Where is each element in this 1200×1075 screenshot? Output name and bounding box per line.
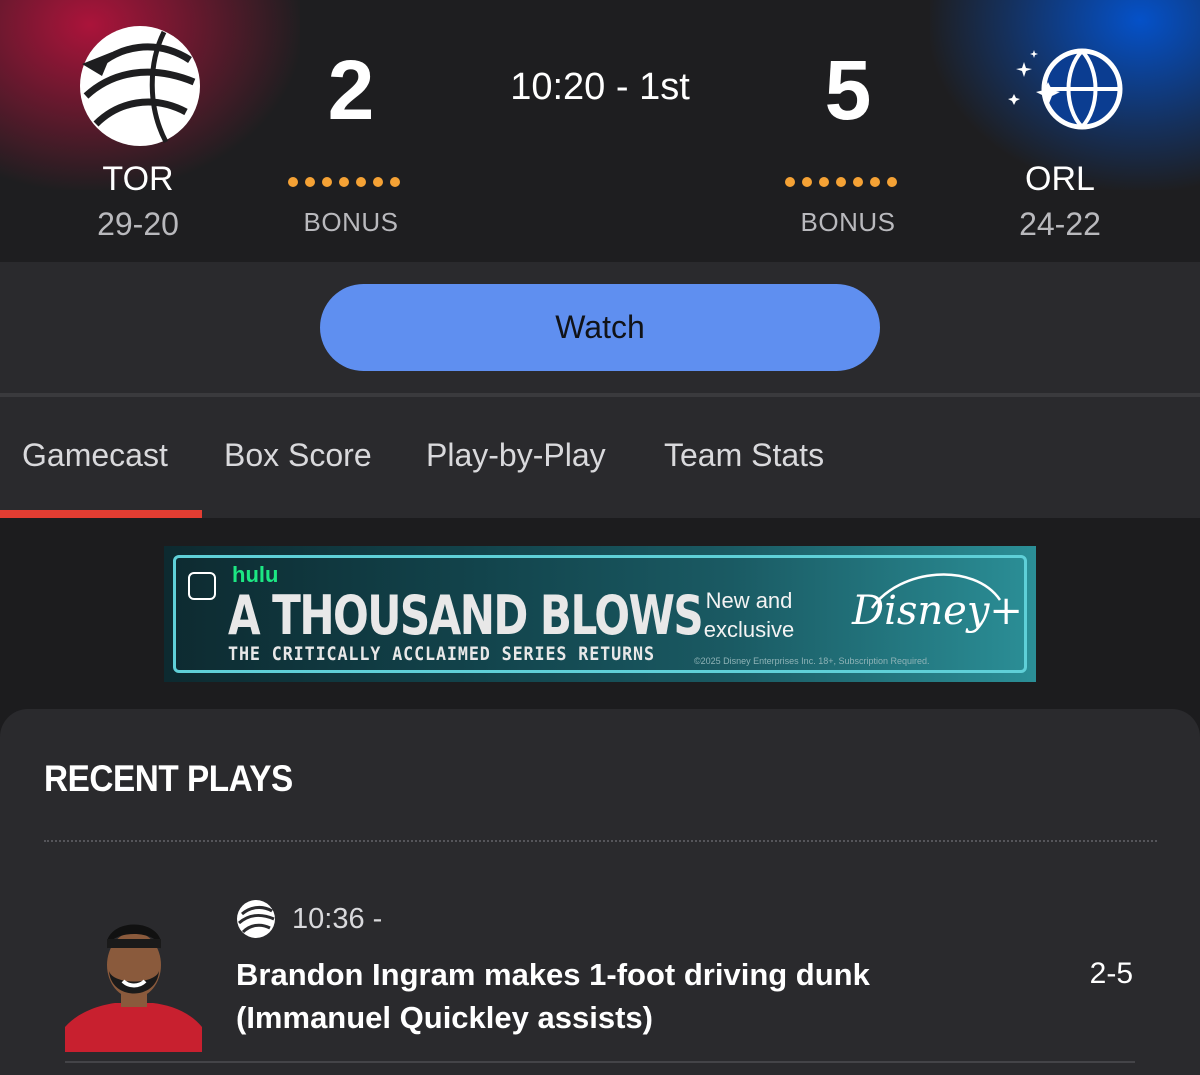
foul-dot — [390, 177, 400, 187]
ad-tagline: New and exclusive — [703, 588, 795, 642]
foul-dot — [305, 177, 315, 187]
gamecast-page: TOR 29-20 2 10:20 - 1st 5 BONUS BONUS OR… — [0, 0, 1200, 1075]
play-score: 2-5 — [1089, 957, 1133, 990]
foul-dot — [836, 177, 846, 187]
ad-subtitle: THE CRITICALLY ACCLAIMED SERIES RETURNS — [228, 643, 655, 665]
foul-dot — [853, 177, 863, 187]
foul-dot — [322, 177, 332, 187]
ad-title: A THOUSAND BLOWS — [228, 584, 704, 647]
play-time: 10:36 - — [292, 903, 383, 935]
tab-box-score[interactable]: Box Score — [224, 437, 372, 474]
magic-logo-icon[interactable] — [1000, 44, 1124, 134]
foul-dot — [356, 177, 366, 187]
recent-plays-title: RECENT PLAYS — [44, 758, 293, 799]
play-description: Brandon Ingram makes 1-foot driving dunk… — [236, 957, 870, 1035]
foul-dot — [785, 177, 795, 187]
home-team-abbr[interactable]: TOR — [38, 160, 238, 199]
away-bonus-label: BONUS — [800, 207, 896, 237]
foul-dot — [870, 177, 880, 187]
ad-brand-logo: Disney+ — [852, 588, 1023, 634]
foul-dot — [339, 177, 349, 187]
dotted-divider — [44, 840, 1157, 842]
away-team-abbr[interactable]: ORL — [960, 160, 1160, 199]
foul-dot — [288, 177, 298, 187]
play-item[interactable]: 10:36 - Brandon Ingram makes 1-foot driv… — [0, 899, 1200, 1069]
game-tabs: Gamecast Box Score Play-by-Play Team Sta… — [0, 397, 1200, 518]
advertisement-banner[interactable]: hulu A THOUSAND BLOWS THE CRITICALLY ACC… — [164, 546, 1036, 682]
ad-legal-text: ©2025 Disney Enterprises Inc. 18+, Subsc… — [694, 656, 930, 666]
foul-dot — [819, 177, 829, 187]
recent-plays-card: RECENT PLAYS 10:36 - Brandon Ingram make — [0, 709, 1200, 1075]
raptors-logo-icon — [237, 900, 275, 938]
tab-play-by-play[interactable]: Play-by-Play — [426, 437, 606, 474]
away-team-score: 5 — [824, 43, 872, 137]
home-team-record: 29-20 — [97, 206, 179, 242]
scoreboard: TOR 29-20 2 10:20 - 1st 5 BONUS BONUS OR… — [0, 0, 1200, 262]
raptors-logo-icon[interactable] — [78, 24, 202, 148]
home-fouls-indicator — [288, 177, 400, 187]
active-tab-indicator — [0, 510, 202, 518]
watch-button[interactable]: Watch — [320, 284, 880, 371]
game-clock: 10:20 - 1st — [510, 66, 690, 108]
tab-team-stats[interactable]: Team Stats — [664, 437, 824, 474]
home-bonus-label: BONUS — [303, 207, 399, 237]
away-team-record: 24-22 — [1019, 206, 1101, 242]
foul-dot — [373, 177, 383, 187]
watch-section: Watch — [0, 262, 1200, 393]
tab-gamecast[interactable]: Gamecast — [22, 437, 168, 474]
player-headshot — [65, 915, 202, 1052]
foul-dot — [887, 177, 897, 187]
away-fouls-indicator — [785, 177, 897, 187]
lock-icon — [188, 572, 216, 600]
foul-dot — [802, 177, 812, 187]
play-divider — [65, 1061, 1135, 1063]
